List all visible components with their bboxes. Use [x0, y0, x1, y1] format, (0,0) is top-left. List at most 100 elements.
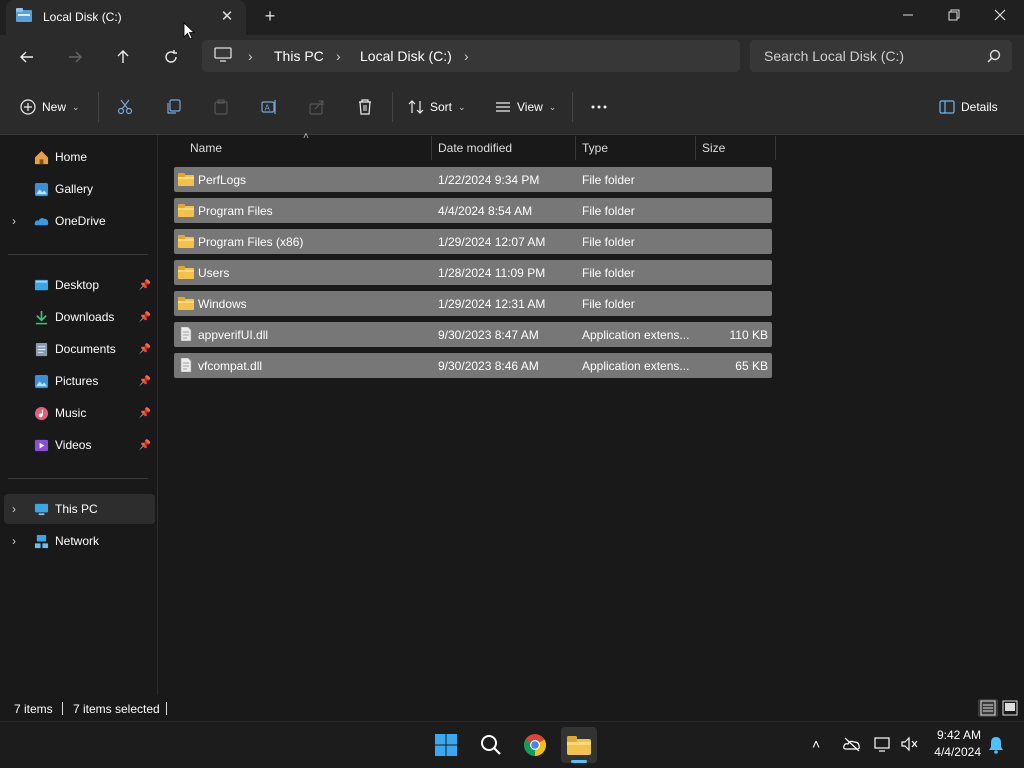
file-date-modified: 4/4/2024 8:54 AM	[438, 204, 533, 218]
column-header-name[interactable]: Name	[190, 141, 222, 155]
breadcrumb-local-disk[interactable]: Local Disk (C:)	[360, 48, 452, 64]
file-type: File folder	[582, 266, 635, 280]
column-divider[interactable]	[431, 136, 432, 160]
pin-icon[interactable]: 📌	[139, 408, 151, 419]
delete-button[interactable]	[357, 92, 373, 122]
chevron-right-icon[interactable]: ›	[12, 534, 16, 548]
file-type: File folder	[582, 204, 635, 218]
sidebar-item-music[interactable]: Music 📌	[4, 398, 155, 428]
restore-icon	[948, 9, 960, 21]
large-icons-view-button[interactable]	[1000, 699, 1020, 717]
pin-icon[interactable]: 📌	[139, 280, 151, 291]
clock-date[interactable]: 4/4/2024	[928, 745, 981, 759]
sidebar-item-home[interactable]: Home	[4, 142, 155, 172]
paste-button[interactable]	[213, 92, 229, 122]
pin-icon[interactable]: 📌	[139, 376, 151, 387]
start-button[interactable]	[428, 727, 464, 763]
new-tab-button[interactable]: +	[259, 5, 281, 27]
sidebar-item-network[interactable]: › Network	[4, 526, 155, 556]
plus-circle-icon	[20, 99, 36, 115]
sidebar-item-videos[interactable]: Videos 📌	[4, 430, 155, 460]
file-name: Windows	[198, 297, 247, 311]
new-label: New	[42, 100, 67, 114]
file-name: Program Files	[198, 204, 273, 218]
search-icon	[987, 49, 1001, 63]
mouse-cursor-icon	[183, 22, 195, 40]
restore-button[interactable]	[931, 0, 977, 30]
show-hidden-icons-button[interactable]: ˄	[812, 736, 820, 752]
new-button[interactable]: New ⌄	[20, 92, 80, 122]
more-icon	[591, 105, 607, 109]
sort-label: Sort	[430, 100, 453, 114]
chevron-right-icon[interactable]: ›	[12, 214, 16, 228]
toolbar-divider	[572, 92, 573, 122]
sidebar-item-desktop[interactable]: Desktop 📌	[4, 270, 155, 300]
chevron-right-icon[interactable]: ›	[12, 502, 16, 516]
file-date-modified: 1/28/2024 11:09 PM	[438, 266, 546, 280]
sidebar-item-documents[interactable]: Documents 📌	[4, 334, 155, 364]
breadcrumb-chevron-icon[interactable]: ›	[248, 48, 253, 64]
sidebar-item-label: Music	[55, 406, 87, 420]
share-button[interactable]	[309, 92, 325, 122]
file-date-modified: 9/30/2023 8:47 AM	[438, 328, 539, 342]
videos-icon	[34, 439, 49, 451]
breadcrumb-this-pc[interactable]: This PC	[274, 48, 324, 64]
refresh-icon	[165, 50, 177, 63]
file-explorer-taskbar-button[interactable]	[561, 727, 597, 763]
back-button[interactable]	[12, 43, 42, 71]
breadcrumb-chevron-icon[interactable]: ›	[464, 48, 469, 64]
file-date-modified: 1/29/2024 12:07 AM	[438, 235, 546, 249]
file-date-modified: 1/22/2024 9:34 PM	[438, 173, 540, 187]
sidebar-item-pictures[interactable]: Pictures 📌	[4, 366, 155, 396]
copy-button[interactable]	[165, 92, 181, 122]
minimize-button[interactable]	[885, 0, 931, 30]
details-view-button[interactable]	[978, 699, 998, 717]
file-date-modified: 9/30/2023 8:46 AM	[438, 359, 539, 373]
column-header-type[interactable]: Type	[582, 141, 608, 155]
file-type: Application extens...	[582, 328, 690, 342]
sidebar-item-this-pc[interactable]: › This PC	[4, 494, 155, 524]
clock-time[interactable]: 9:42 AM	[935, 728, 981, 742]
column-divider[interactable]	[575, 136, 576, 160]
rename-button[interactable]: A	[261, 92, 277, 122]
tab-local-disk[interactable]	[6, 0, 246, 35]
view-button[interactable]: View ⌄	[495, 92, 556, 122]
chevron-down-icon: ⌄	[458, 101, 466, 112]
active-app-indicator	[571, 760, 587, 763]
details-label: Details	[961, 100, 998, 114]
pin-icon[interactable]: 📌	[139, 440, 151, 451]
volume-muted-icon[interactable]	[901, 736, 919, 752]
more-options-button[interactable]	[590, 92, 608, 122]
sidebar-item-onedrive[interactable]: › OneDrive	[4, 206, 155, 236]
notification-bell-icon[interactable]	[988, 736, 1004, 754]
column-divider[interactable]	[695, 136, 696, 160]
chrome-button[interactable]	[517, 727, 553, 763]
column-header-date[interactable]: Date modified	[438, 141, 512, 155]
network-status-icon[interactable]	[874, 736, 892, 752]
folder-icon	[178, 265, 194, 282]
onedrive-offline-icon[interactable]	[843, 736, 861, 752]
up-button[interactable]	[108, 43, 138, 71]
details-pane-button[interactable]: Details	[939, 92, 998, 122]
column-divider[interactable]	[775, 136, 776, 160]
sidebar-item-label: Network	[55, 534, 100, 548]
pin-icon[interactable]: 📌	[139, 312, 151, 323]
refresh-button[interactable]	[156, 43, 186, 71]
sidebar-item-gallery[interactable]: Gallery	[4, 174, 155, 204]
pin-icon[interactable]: 📌	[139, 344, 151, 355]
tab-close-icon[interactable]: ✕	[216, 6, 238, 28]
breadcrumb-chevron-icon[interactable]: ›	[336, 48, 341, 64]
sidebar-item-label: Gallery	[55, 182, 94, 196]
sort-button[interactable]: Sort ⌄	[408, 92, 466, 122]
forward-button[interactable]	[60, 43, 90, 71]
view-list-icon	[496, 102, 510, 112]
downloads-icon	[35, 310, 48, 324]
item-count: 7 items	[14, 702, 53, 716]
close-window-button[interactable]	[977, 0, 1023, 30]
cut-button[interactable]	[117, 92, 133, 122]
column-header-size[interactable]: Size	[702, 141, 725, 155]
taskbar-search-button[interactable]	[473, 727, 509, 763]
folder-icon	[178, 172, 194, 189]
sidebar-item-downloads[interactable]: Downloads 📌	[4, 302, 155, 332]
status-divider	[62, 702, 63, 715]
